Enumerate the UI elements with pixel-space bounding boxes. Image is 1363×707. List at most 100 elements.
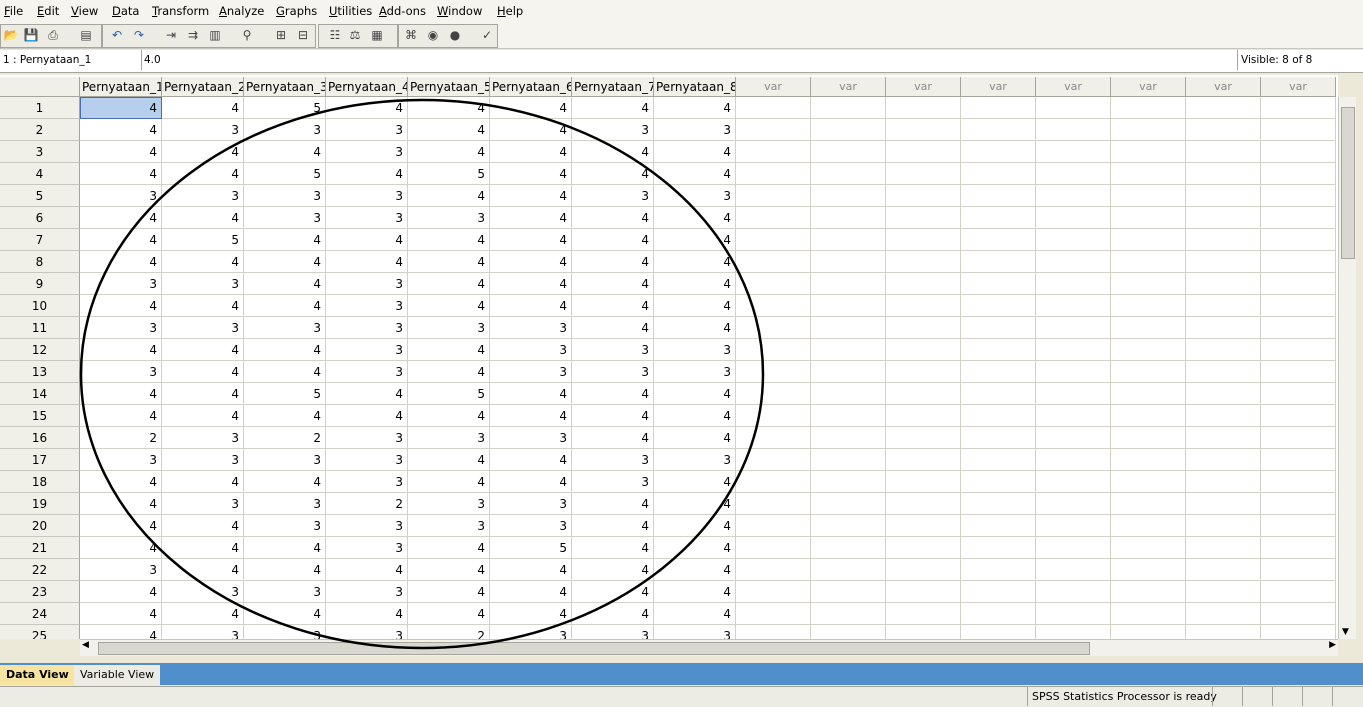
empty-cell[interactable]	[736, 625, 811, 639]
empty-cell[interactable]	[1036, 625, 1111, 639]
empty-cell[interactable]	[736, 405, 811, 427]
data-cell[interactable]: 5	[408, 163, 490, 185]
empty-cell[interactable]	[1186, 185, 1261, 207]
data-cell[interactable]: 4	[162, 405, 244, 427]
empty-cell[interactable]	[1186, 295, 1261, 317]
empty-cell[interactable]	[1186, 251, 1261, 273]
empty-cell[interactable]	[736, 449, 811, 471]
empty-cell[interactable]	[886, 515, 961, 537]
empty-cell[interactable]	[1261, 581, 1336, 603]
empty-cell[interactable]	[961, 251, 1036, 273]
data-cell[interactable]: 3	[326, 537, 408, 559]
empty-cell[interactable]	[1261, 537, 1336, 559]
column-header-pernyataan_2[interactable]: Pernyataan_2	[162, 77, 244, 97]
data-cell[interactable]: 4	[244, 361, 326, 383]
data-cell[interactable]: 4	[572, 603, 654, 625]
empty-cell[interactable]	[736, 383, 811, 405]
empty-cell[interactable]	[736, 97, 811, 119]
empty-cell[interactable]	[886, 339, 961, 361]
empty-cell[interactable]	[811, 229, 886, 251]
data-cell[interactable]: 4	[572, 141, 654, 163]
data-cell[interactable]: 4	[408, 361, 490, 383]
row-header[interactable]: 4	[0, 163, 80, 185]
data-cell[interactable]: 3	[244, 449, 326, 471]
empty-cell[interactable]	[1111, 185, 1186, 207]
empty-cell[interactable]	[1186, 119, 1261, 141]
empty-cell[interactable]	[1186, 339, 1261, 361]
empty-cell[interactable]	[1186, 383, 1261, 405]
empty-cell[interactable]	[1111, 383, 1186, 405]
data-cell[interactable]: 4	[490, 185, 572, 207]
empty-cell[interactable]	[961, 625, 1036, 639]
data-cell[interactable]: 3	[326, 625, 408, 639]
data-cell[interactable]: 3	[326, 581, 408, 603]
empty-cell[interactable]	[811, 163, 886, 185]
empty-cell[interactable]	[1036, 559, 1111, 581]
empty-cell[interactable]	[961, 229, 1036, 251]
data-cell[interactable]: 4	[80, 229, 162, 251]
data-cell[interactable]: 4	[326, 559, 408, 581]
empty-cell[interactable]	[736, 119, 811, 141]
data-cell[interactable]: 4	[162, 339, 244, 361]
empty-cell[interactable]	[736, 471, 811, 493]
empty-cell[interactable]	[1111, 207, 1186, 229]
column-header-var[interactable]: var	[886, 77, 961, 97]
row-header[interactable]: 22	[0, 559, 80, 581]
empty-cell[interactable]	[811, 119, 886, 141]
data-cell[interactable]: 4	[80, 515, 162, 537]
data-cell[interactable]: 4	[162, 515, 244, 537]
empty-cell[interactable]	[1186, 427, 1261, 449]
data-cell[interactable]: 4	[654, 251, 736, 273]
empty-cell[interactable]	[811, 317, 886, 339]
menu-help[interactable]: Help	[497, 4, 523, 18]
empty-cell[interactable]	[1036, 141, 1111, 163]
empty-cell[interactable]	[961, 383, 1036, 405]
data-cell[interactable]: 3	[490, 361, 572, 383]
empty-cell[interactable]	[1261, 559, 1336, 581]
data-cell[interactable]: 2	[244, 427, 326, 449]
empty-cell[interactable]	[1036, 537, 1111, 559]
data-cell[interactable]: 3	[326, 141, 408, 163]
empty-cell[interactable]	[886, 251, 961, 273]
empty-cell[interactable]	[1111, 405, 1186, 427]
empty-cell[interactable]	[1111, 449, 1186, 471]
empty-cell[interactable]	[886, 361, 961, 383]
row-header[interactable]: 14	[0, 383, 80, 405]
row-header[interactable]: 20	[0, 515, 80, 537]
data-cell[interactable]: 3	[80, 559, 162, 581]
data-cell[interactable]: 5	[244, 97, 326, 119]
data-cell[interactable]: 4	[80, 625, 162, 639]
data-cell[interactable]: 4	[654, 493, 736, 515]
data-cell[interactable]: 4	[654, 537, 736, 559]
data-cell[interactable]: 4	[572, 207, 654, 229]
data-cell[interactable]: 3	[162, 273, 244, 295]
menu-transform[interactable]: Transform	[152, 4, 209, 18]
empty-cell[interactable]	[736, 163, 811, 185]
empty-cell[interactable]	[736, 317, 811, 339]
data-cell[interactable]: 4	[572, 493, 654, 515]
column-header-var[interactable]: var	[1036, 77, 1111, 97]
data-cell[interactable]: 3	[490, 317, 572, 339]
data-cell[interactable]: 3	[162, 185, 244, 207]
empty-cell[interactable]	[811, 559, 886, 581]
data-cell[interactable]: 4	[80, 251, 162, 273]
empty-cell[interactable]	[886, 229, 961, 251]
column-header-pernyataan_3[interactable]: Pernyataan_3	[244, 77, 326, 97]
empty-cell[interactable]	[1261, 141, 1336, 163]
data-cell[interactable]: 5	[244, 163, 326, 185]
data-cell[interactable]: 3	[572, 185, 654, 207]
empty-cell[interactable]	[736, 229, 811, 251]
empty-cell[interactable]	[1111, 537, 1186, 559]
data-cell[interactable]: 4	[572, 405, 654, 427]
data-cell[interactable]: 4	[244, 273, 326, 295]
empty-cell[interactable]	[1111, 493, 1186, 515]
variables-icon[interactable]: ▥	[206, 26, 224, 44]
data-cell[interactable]: 4	[80, 163, 162, 185]
data-cell[interactable]: 3	[408, 515, 490, 537]
data-cell[interactable]: 4	[326, 405, 408, 427]
empty-cell[interactable]	[1186, 559, 1261, 581]
empty-cell[interactable]	[1111, 273, 1186, 295]
empty-cell[interactable]	[961, 295, 1036, 317]
empty-cell[interactable]	[1036, 581, 1111, 603]
empty-cell[interactable]	[961, 207, 1036, 229]
